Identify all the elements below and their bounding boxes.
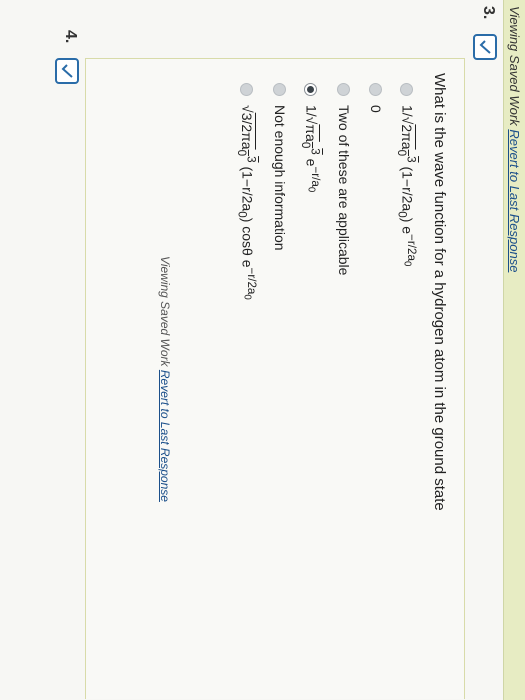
option-3-label: Two of these are applicable (336, 105, 352, 276)
option-5-label: Not enough information (272, 105, 288, 251)
option-6-radio[interactable] (240, 83, 254, 96)
option-2-radio[interactable] (369, 83, 383, 96)
option-3-radio[interactable] (337, 83, 351, 96)
saved-work-banner: Viewing Saved Work Revert to Last Respon… (503, 0, 525, 700)
option-4-radio-selected[interactable] (304, 83, 318, 96)
option-1[interactable]: 1/√2πa03 (1−r/2a0) e−r/2a0 (396, 83, 418, 266)
option-1-radio[interactable] (400, 83, 414, 96)
option-5-radio[interactable] (273, 83, 287, 96)
question-4-check-button[interactable] (55, 58, 79, 84)
page: Viewing Saved Work Revert to Last Respon… (0, 0, 525, 700)
option-6-label: √3/2πa03 (1−r/2a0) cosθ e−r/2a0 (235, 105, 258, 300)
question-3-panel: What is the wave function for a hydrogen… (85, 58, 465, 699)
question-3-prompt: What is the wave function for a hydrogen… (431, 73, 448, 511)
saved-work-text: Viewing Saved Work (507, 6, 522, 126)
option-6[interactable]: √3/2πa03 (1−r/2a0) cosθ e−r/2a0 (236, 83, 258, 300)
option-5[interactable]: Not enough information (272, 83, 288, 251)
footer-saved-work-text: Viewing Saved Work (158, 256, 172, 367)
option-4[interactable]: 1/√πa03 e−r/a0 (300, 83, 322, 192)
question-4-number: 4. (62, 30, 79, 44)
check-icon (61, 64, 73, 78)
option-2-label: 0 (368, 105, 384, 113)
check-icon (479, 40, 491, 54)
footer-revert-link[interactable]: Revert to Last Response (158, 370, 172, 502)
question-3-footer: Viewing Saved Work Revert to Last Respon… (158, 59, 172, 699)
revert-link[interactable]: Revert to Last Response (507, 129, 522, 272)
option-1-label: 1/√2πa03 (1−r/2a0) e−r/2a0 (395, 105, 418, 267)
option-3[interactable]: Two of these are applicable (336, 83, 352, 275)
question-3-number: 3. (480, 6, 497, 20)
question-3-check-button[interactable] (473, 34, 497, 60)
option-2[interactable]: 0 (368, 83, 384, 113)
option-4-label: 1/√πa03 e−r/a0 (299, 105, 322, 193)
